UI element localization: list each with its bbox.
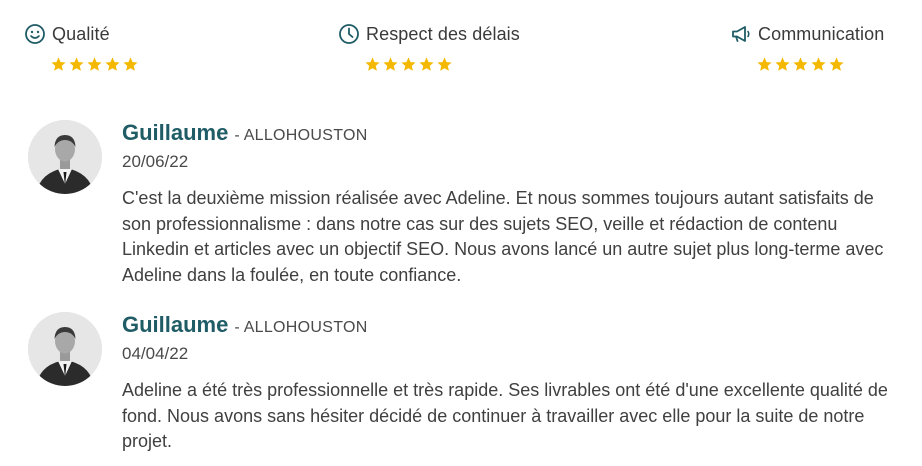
reviewer-line: Guillaume - ALLOHOUSTON [122,312,898,342]
reviewer-company: ALLOHOUSTON [243,319,368,336]
star-icon [400,56,417,73]
rating-deadlines: Respect des délais [338,20,520,73]
star-icon [756,56,773,73]
star-icon [828,56,845,73]
star-icon [418,56,435,73]
review-date: 04/04/22 [122,344,189,363]
reviewer-line: Guillaume - ALLOHOUSTON [122,120,898,150]
rating-summary: Qualité Respect des délais Communication [0,0,922,90]
star-rating-communication [756,56,884,73]
avatar [28,312,102,386]
review-date: 20/06/22 [122,152,189,171]
smile-icon [24,23,46,45]
separator: - [234,127,240,144]
separator: - [234,319,240,336]
rating-label-deadlines: Respect des délais [366,23,520,44]
megaphone-icon [730,23,752,45]
rating-quality: Qualité [24,20,139,73]
review-body: Guillaume - ALLOHOUSTON 20/06/22 C'est l… [122,120,898,288]
rating-label-quality: Qualité [52,23,110,44]
star-icon [792,56,809,73]
reviewer-name: Guillaume [122,312,229,337]
avatar [28,120,102,194]
review-body: Guillaume - ALLOHOUSTON 04/04/22 Adeline… [122,312,898,455]
star-rating-deadlines [364,56,520,73]
star-icon [382,56,399,73]
star-icon [50,56,67,73]
reviewer-company: ALLOHOUSTON [243,127,368,144]
star-icon [364,56,381,73]
star-icon [436,56,453,73]
rating-communication: Communication [730,20,884,73]
star-icon [104,56,121,73]
clock-icon [338,23,360,45]
star-icon [86,56,103,73]
star-icon [68,56,85,73]
rating-label-communication: Communication [758,23,885,44]
reviewer-name: Guillaume [122,120,229,145]
star-icon [774,56,791,73]
review-text: Adeline a été très professionnelle et tr… [122,380,888,451]
star-rating-quality [50,56,139,73]
review-text: C'est la deuxième mission réalisée avec … [122,188,884,285]
star-icon [810,56,827,73]
star-icon [122,56,139,73]
